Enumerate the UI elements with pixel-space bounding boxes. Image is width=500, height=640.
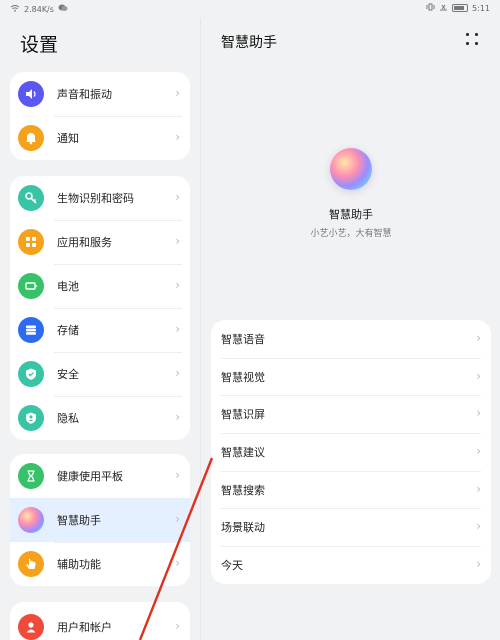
chevron-right-icon: › bbox=[175, 322, 180, 336]
chevron-right-icon: › bbox=[476, 368, 481, 383]
battery-icon bbox=[18, 273, 44, 299]
feature-label: 智慧视觉 bbox=[221, 370, 265, 384]
feature-label: 场景联动 bbox=[221, 521, 265, 535]
hourglass-icon bbox=[18, 463, 44, 489]
settings-item-label: 智慧助手 bbox=[57, 514, 101, 527]
settings-group-2: 生物识别和密码 › 应用和服务 › 电池 › 存储 › 安全 › 隐私 › bbox=[10, 176, 190, 440]
feature-item-suggestions[interactable]: 智慧建议 › bbox=[211, 433, 491, 471]
settings-item-label: 安全 bbox=[57, 368, 79, 381]
storage-icon bbox=[18, 317, 44, 343]
settings-item-digital-balance[interactable]: 健康使用平板 › bbox=[10, 454, 190, 498]
shield-icon bbox=[18, 361, 44, 387]
chevron-right-icon: › bbox=[476, 557, 481, 572]
settings-item-label: 存储 bbox=[57, 324, 79, 337]
chat-icon bbox=[58, 4, 68, 14]
chevron-right-icon: › bbox=[175, 278, 180, 292]
settings-item-privacy[interactable]: 隐私 › bbox=[10, 396, 190, 440]
chevron-right-icon: › bbox=[476, 406, 481, 421]
settings-list-pane: 设置 声音和振动 › 通知 › 生物识别和密码 › 应用和服务 › 电池 › 存… bbox=[0, 18, 200, 640]
settings-group-1: 声音和振动 › 通知 › bbox=[10, 72, 190, 160]
settings-item-label: 生物识别和密码 bbox=[57, 192, 134, 205]
detail-title: 智慧助手 bbox=[221, 35, 277, 51]
feature-item-search[interactable]: 智慧搜索 › bbox=[211, 470, 491, 509]
chevron-right-icon: › bbox=[175, 468, 180, 482]
clock: 5:11 bbox=[472, 3, 490, 13]
chevron-right-icon: › bbox=[175, 512, 180, 526]
settings-item-accessibility[interactable]: 辅助功能 › bbox=[10, 542, 190, 586]
assistant-detail-pane: 智慧助手 智慧助手 小艺小艺，大有智慧 智慧语音 › 智慧视觉 › 智慧识屏 ›… bbox=[200, 18, 500, 640]
more-options-icon[interactable] bbox=[466, 33, 480, 47]
bell-icon bbox=[18, 125, 44, 151]
feature-label: 智慧识屏 bbox=[221, 408, 265, 422]
signal-off-icon bbox=[439, 3, 448, 13]
settings-item-storage[interactable]: 存储 › bbox=[10, 308, 190, 352]
status-left: 2.84K/s bbox=[10, 4, 68, 14]
vibrate-icon bbox=[426, 3, 435, 13]
feature-item-today[interactable]: 今天 › bbox=[211, 546, 491, 584]
settings-item-label: 应用和服务 bbox=[57, 236, 112, 249]
settings-item-label: 隐私 bbox=[57, 412, 79, 425]
assistant-logo bbox=[330, 148, 372, 190]
feature-item-voice[interactable]: 智慧语音 › bbox=[211, 320, 491, 358]
chevron-right-icon: › bbox=[175, 410, 180, 424]
battery-icon bbox=[452, 4, 469, 12]
chevron-right-icon: › bbox=[175, 86, 180, 100]
feature-item-screen-recognition[interactable]: 智慧识屏 › bbox=[211, 395, 491, 433]
settings-item-sound[interactable]: 声音和振动 › bbox=[10, 72, 190, 116]
settings-group-3: 健康使用平板 › 智慧助手 › 辅助功能 › bbox=[10, 454, 190, 586]
privacy-icon bbox=[18, 405, 44, 431]
feature-label: 智慧建议 bbox=[221, 445, 265, 459]
user-icon bbox=[18, 614, 44, 640]
chevron-right-icon: › bbox=[175, 366, 180, 380]
volume-icon bbox=[18, 81, 44, 107]
chevron-right-icon: › bbox=[476, 519, 481, 534]
settings-group-4: 用户和帐户 › bbox=[10, 602, 190, 640]
settings-item-assistant[interactable]: 智慧助手 › bbox=[10, 498, 190, 542]
settings-item-accounts[interactable]: 用户和帐户 › bbox=[10, 602, 190, 640]
feature-item-scene-linkage[interactable]: 场景联动 › bbox=[211, 508, 491, 546]
chevron-right-icon: › bbox=[175, 234, 180, 248]
settings-item-security[interactable]: 安全 › bbox=[10, 352, 190, 396]
settings-item-label: 声音和振动 bbox=[57, 88, 112, 101]
settings-item-label: 辅助功能 bbox=[57, 558, 101, 571]
hand-icon bbox=[18, 551, 44, 577]
settings-item-battery[interactable]: 电池 › bbox=[10, 264, 190, 308]
settings-item-apps[interactable]: 应用和服务 › bbox=[10, 220, 190, 264]
status-right: 5:11 bbox=[426, 3, 490, 13]
settings-item-biometrics[interactable]: 生物识别和密码 › bbox=[10, 176, 190, 220]
wifi-icon bbox=[10, 4, 20, 14]
feature-list: 智慧语音 › 智慧视觉 › 智慧识屏 › 智慧建议 › 智慧搜索 › 场景联动 … bbox=[211, 320, 491, 584]
feature-item-vision[interactable]: 智慧视觉 › bbox=[211, 357, 491, 396]
key-icon bbox=[18, 185, 44, 211]
settings-item-label: 电池 bbox=[57, 280, 79, 293]
settings-item-label: 用户和帐户 bbox=[57, 621, 112, 634]
assistant-icon bbox=[18, 507, 44, 533]
settings-item-label: 健康使用平板 bbox=[57, 470, 123, 483]
chevron-right-icon: › bbox=[175, 130, 180, 144]
chevron-right-icon: › bbox=[175, 190, 180, 204]
settings-item-label: 通知 bbox=[57, 132, 79, 145]
feature-label: 智慧语音 bbox=[221, 332, 265, 346]
chevron-right-icon: › bbox=[476, 481, 481, 496]
chevron-right-icon: › bbox=[476, 444, 481, 459]
feature-label: 智慧搜索 bbox=[221, 483, 265, 497]
apps-icon bbox=[18, 229, 44, 255]
settings-item-notifications[interactable]: 通知 › bbox=[10, 116, 190, 160]
network-speed: 2.84K/s bbox=[24, 4, 54, 14]
assistant-name: 智慧助手 bbox=[329, 208, 373, 221]
assistant-tagline: 小艺小艺，大有智慧 bbox=[310, 229, 392, 239]
page-title: 设置 bbox=[20, 34, 59, 56]
chevron-right-icon: › bbox=[175, 619, 180, 633]
feature-label: 今天 bbox=[221, 558, 243, 572]
chevron-right-icon: › bbox=[476, 331, 481, 345]
status-bar: 2.84K/s 5:11 bbox=[0, 0, 500, 18]
chevron-right-icon: › bbox=[175, 556, 180, 570]
